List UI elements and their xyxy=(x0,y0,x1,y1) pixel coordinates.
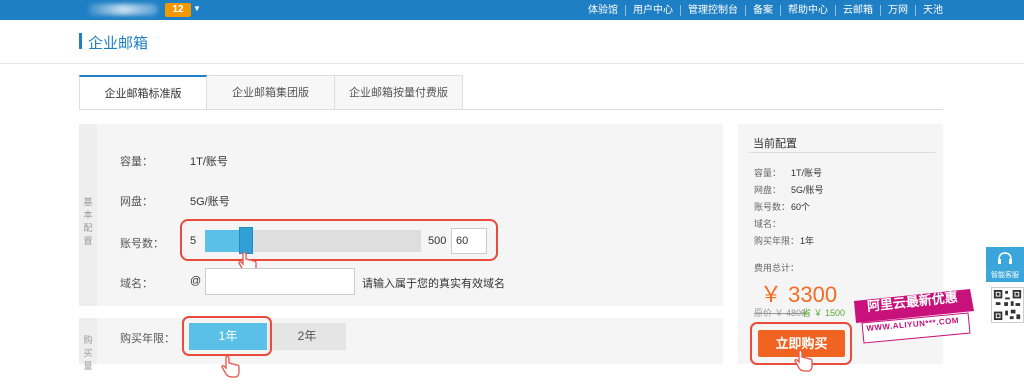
nav-experience-hall[interactable]: 体验馆 xyxy=(581,5,625,16)
capacity-label: 容量： xyxy=(120,156,153,168)
summary-domain-label: 域名： xyxy=(754,219,782,229)
summary-disk-value: 5G/账号 xyxy=(791,185,824,195)
header-divider xyxy=(0,63,1024,64)
title-accent-bar xyxy=(79,33,82,49)
nav-cloud-mail[interactable]: 云邮箱 xyxy=(835,4,880,16)
summary-years-label: 购买年限： xyxy=(754,236,800,246)
chevron-down-icon[interactable]: ▼ xyxy=(193,4,201,13)
nav-tianchi[interactable]: 天池 xyxy=(915,4,950,16)
slider-highlight-box xyxy=(180,219,498,261)
accounts-label: 账号数： xyxy=(120,238,164,250)
section-gap xyxy=(79,306,723,318)
smart-service-label: 智能客服 xyxy=(991,272,1019,279)
nav-console[interactable]: 管理控制台 xyxy=(680,4,745,16)
domain-input[interactable] xyxy=(205,268,355,295)
total-price: ￥ 3300 xyxy=(760,282,838,307)
tab-group[interactable]: 企业邮箱集团版 xyxy=(207,75,335,110)
tab-pay-as-you-go[interactable]: 企业邮箱按量付费版 xyxy=(335,75,463,110)
disk-value: 5G/账号 xyxy=(190,196,230,208)
product-tabs: 企业邮箱标准版 企业邮箱集团版 企业邮箱按量付费版 xyxy=(79,75,463,110)
original-price: 原价 ￥ 4800 xyxy=(754,308,807,318)
qr-code-icon[interactable] xyxy=(991,287,1024,323)
years-label: 购买年限： xyxy=(120,333,175,345)
nav-wanwang[interactable]: 万网 xyxy=(880,4,915,16)
domain-label: 域名： xyxy=(120,278,153,290)
section-buy-label: 购 买 量 xyxy=(83,335,93,371)
year-highlight-box xyxy=(182,316,272,356)
disk-label: 网盘： xyxy=(120,196,153,208)
message-count-badge[interactable]: 12 xyxy=(165,3,191,17)
section-basic-label: 基 本 配 置 xyxy=(83,197,93,246)
top-bar: 12 ▼ 体验馆 用户中心 管理控制台 备案 帮助中心 云邮箱 万网 天池 xyxy=(0,0,1024,20)
savings: 省 ￥ 1500 xyxy=(802,308,846,318)
hand-pointer-icon xyxy=(794,350,813,372)
page-title: 企业邮箱 xyxy=(88,35,149,52)
summary-capacity-value: 1T/账号 xyxy=(791,168,823,178)
fee-label: 费用总计： xyxy=(754,263,800,273)
capacity-value: 1T/账号 xyxy=(190,156,228,168)
tab-standard[interactable]: 企业邮箱标准版 xyxy=(79,75,207,110)
summary-years-value: 1年 xyxy=(800,236,815,246)
domain-hint: 请输入属于您的真实有效域名 xyxy=(362,278,505,290)
summary-divider xyxy=(749,152,935,153)
summary-disk-label: 网盘： xyxy=(754,185,782,195)
summary-title: 当前配置 xyxy=(753,138,797,150)
nav-user-center[interactable]: 用户中心 xyxy=(625,4,680,16)
tab-divider xyxy=(79,109,943,110)
year-option-2[interactable]: 2年 xyxy=(268,323,346,350)
account-name-blurred[interactable] xyxy=(88,4,158,15)
domain-at-sign: @ xyxy=(190,275,202,287)
nav-icp-filing[interactable]: 备案 xyxy=(745,4,780,16)
top-nav: 体验馆 用户中心 管理控制台 备案 帮助中心 云邮箱 万网 天池 xyxy=(581,0,950,20)
hand-pointer-icon xyxy=(221,356,240,378)
summary-accounts-value: 60个 xyxy=(791,202,811,212)
summary-accounts-label: 账号数： xyxy=(754,202,791,212)
summary-capacity-label: 容量： xyxy=(754,168,782,178)
headset-icon xyxy=(998,252,1012,264)
nav-help-center[interactable]: 帮助中心 xyxy=(780,4,835,16)
